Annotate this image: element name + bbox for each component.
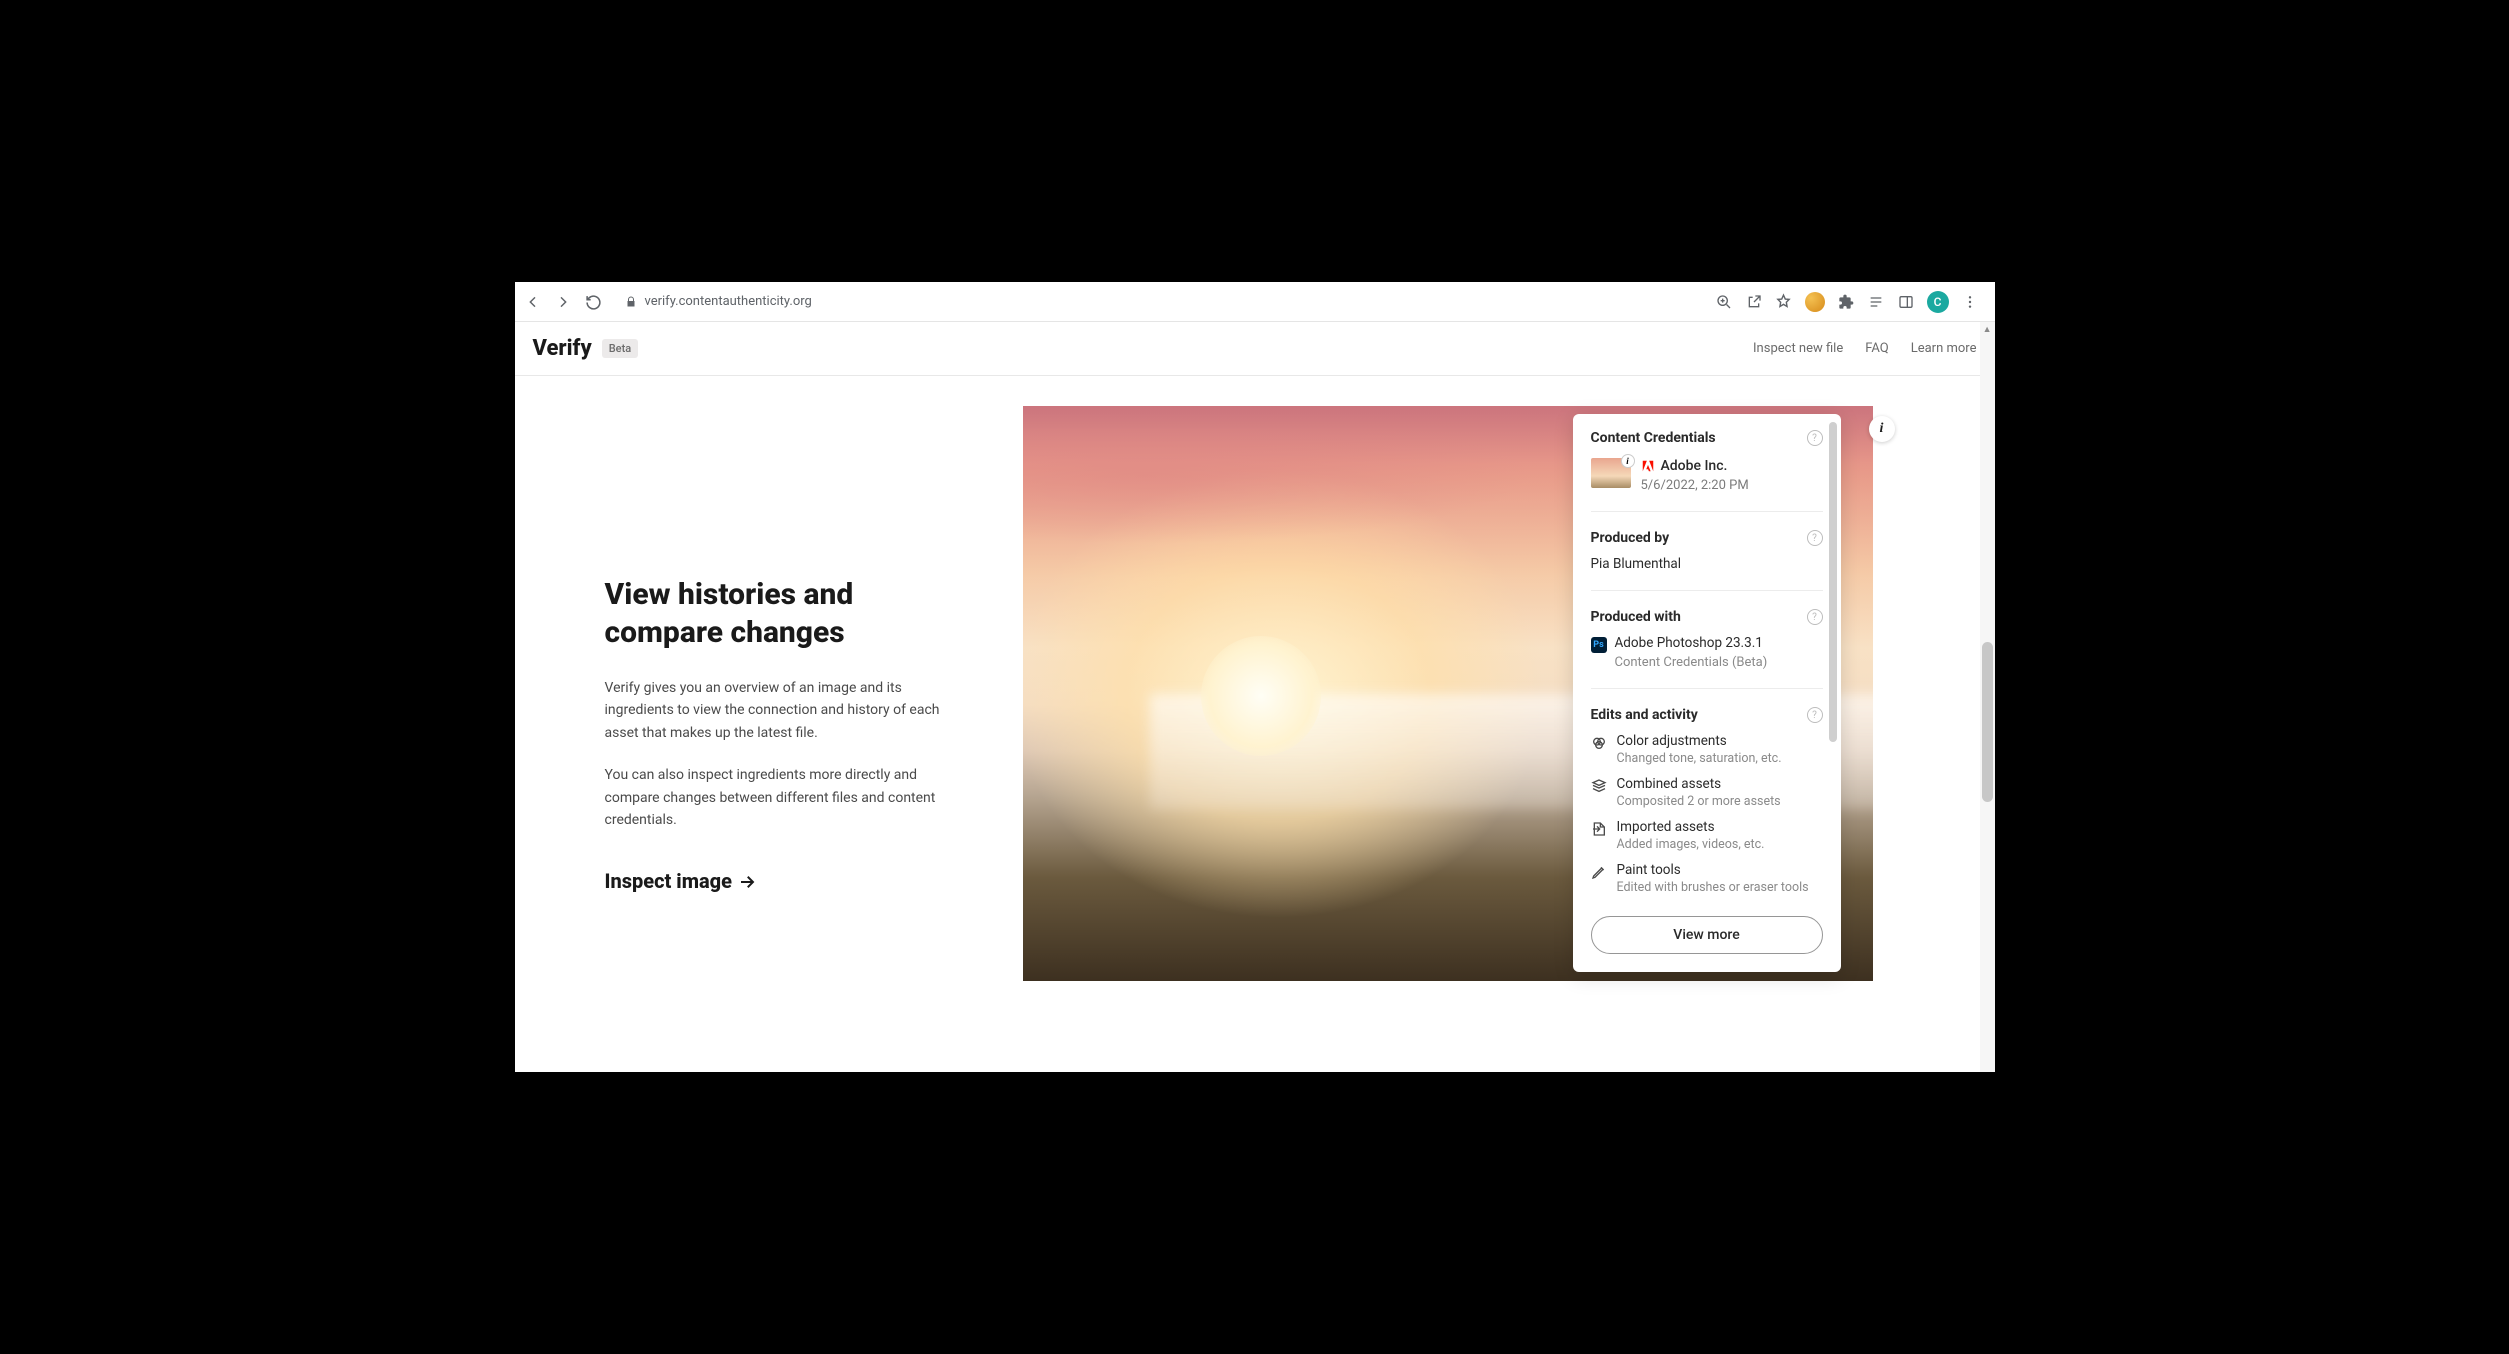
sidepanel-icon[interactable] <box>1897 293 1915 311</box>
panel-scrollbar-thumb[interactable] <box>1829 422 1837 742</box>
info-badge-button[interactable]: i <box>1869 416 1895 442</box>
bookmark-star-icon[interactable] <box>1775 293 1793 311</box>
kebab-menu-icon[interactable] <box>1961 293 1979 311</box>
photoshop-icon: Ps <box>1591 637 1607 653</box>
combined-assets-icon <box>1591 778 1607 794</box>
page-scrollbar-thumb[interactable] <box>1982 642 1993 802</box>
color-adjustments-icon <box>1591 735 1607 751</box>
header-nav: Inspect new file FAQ Learn more <box>1753 341 1976 356</box>
browser-toolbar: verify.contentauthenticity.org C <box>515 282 1995 322</box>
activity-item: Paint tools Edited with brushes or eraser… <box>1591 862 1823 895</box>
brand-title: Verify <box>533 336 592 361</box>
nav-inspect-new-file[interactable]: Inspect new file <box>1753 341 1843 356</box>
nav-buttons <box>525 294 601 310</box>
nav-learn-more[interactable]: Learn more <box>1911 341 1977 356</box>
inspect-image-label: Inspect image <box>605 869 732 893</box>
produced-with-sub: Content Credentials (Beta) <box>1615 655 1768 670</box>
credential-thumbnail: i <box>1591 458 1631 488</box>
inspect-image-link[interactable]: Inspect image <box>605 869 756 893</box>
issuer-date: 5/6/2022, 2:20 PM <box>1641 478 1749 493</box>
activity-subtitle: Changed tone, saturation, etc. <box>1617 751 1782 766</box>
reload-button[interactable] <box>585 294 601 310</box>
produced-with-app: Adobe Photoshop 23.3.1 <box>1615 635 1768 651</box>
produced-with-row: Ps Adobe Photoshop 23.3.1 Content Creden… <box>1591 635 1823 670</box>
help-icon[interactable]: ? <box>1807 609 1823 625</box>
produced-by-title: Produced by <box>1591 530 1670 546</box>
extensions-icon[interactable] <box>1837 293 1855 311</box>
beta-badge: Beta <box>602 339 638 358</box>
activity-subtitle: Edited with brushes or eraser tools <box>1617 880 1809 895</box>
activity-subtitle: Composited 2 or more assets <box>1617 794 1781 809</box>
produced-with-title: Produced with <box>1591 609 1681 625</box>
share-icon[interactable] <box>1745 293 1763 311</box>
hero-paragraph-2: You can also inspect ingredients more di… <box>605 764 975 831</box>
profile-avatar[interactable]: C <box>1927 291 1949 313</box>
chrome-actions: C <box>1715 291 1985 313</box>
sun-graphic <box>1201 636 1321 756</box>
activity-title: Imported assets <box>1617 819 1765 835</box>
issuer-name: Adobe Inc. <box>1661 458 1728 474</box>
nav-faq[interactable]: FAQ <box>1865 341 1888 356</box>
main-content: View histories and compare changes Verif… <box>515 376 1995 1072</box>
url-text: verify.contentauthenticity.org <box>645 294 812 309</box>
address-bar[interactable]: verify.contentauthenticity.org <box>613 294 1703 309</box>
issuer-row: i Adobe Inc. 5/6/2022, 2:20 PM <box>1591 458 1823 493</box>
activity-item: Color adjustments Changed tone, saturatio… <box>1591 733 1823 766</box>
view-more-wrap: View more <box>1573 904 1841 972</box>
panel-title: Content Credentials <box>1591 430 1716 446</box>
thumbnail-info-badge: i <box>1621 454 1635 468</box>
divider <box>1591 688 1823 689</box>
edits-activity-title: Edits and activity <box>1591 707 1698 723</box>
page-scrollbar: ▲ <box>1980 322 1995 1072</box>
view-more-button[interactable]: View more <box>1591 916 1823 954</box>
hero-panel: View histories and compare changes Verif… <box>515 376 1015 1072</box>
lock-icon <box>625 296 637 308</box>
browser-window: verify.contentauthenticity.org C Verify … <box>515 282 1995 1072</box>
reading-list-icon[interactable] <box>1867 293 1885 311</box>
back-button[interactable] <box>525 294 541 310</box>
hero-paragraph-1: Verify gives you an overview of an image… <box>605 677 975 744</box>
help-icon[interactable]: ? <box>1807 430 1823 446</box>
scroll-up-icon[interactable]: ▲ <box>1983 324 1992 335</box>
adobe-logo-icon <box>1641 459 1655 473</box>
imported-assets-icon <box>1591 821 1607 837</box>
activity-subtitle: Added images, videos, etc. <box>1617 837 1765 852</box>
image-stage: i Content Credentials ? i <box>1015 376 1995 1072</box>
help-icon[interactable]: ? <box>1807 530 1823 546</box>
zoom-icon[interactable] <box>1715 293 1733 311</box>
site-header: Verify Beta Inspect new file FAQ Learn m… <box>515 322 1995 376</box>
activity-title: Combined assets <box>1617 776 1781 792</box>
divider <box>1591 511 1823 512</box>
issuer-name-row: Adobe Inc. <box>1641 458 1749 474</box>
forward-button[interactable] <box>555 294 571 310</box>
hero-title: View histories and compare changes <box>605 576 975 651</box>
brand: Verify Beta <box>533 336 639 361</box>
panel-scrollbar-track <box>1829 422 1837 892</box>
paint-tools-icon <box>1591 864 1607 880</box>
activity-item: Combined assets Composited 2 or more asse… <box>1591 776 1823 809</box>
activity-title: Color adjustments <box>1617 733 1782 749</box>
credentials-scroll-area[interactable]: Content Credentials ? i <box>1573 414 1841 904</box>
content-credentials-panel: Content Credentials ? i <box>1573 414 1841 972</box>
activity-title: Paint tools <box>1617 862 1809 878</box>
stage-inner: i Content Credentials ? i <box>1023 406 1873 981</box>
produced-by-value: Pia Blumenthal <box>1591 556 1823 572</box>
divider <box>1591 590 1823 591</box>
activity-item: Imported assets Added images, videos, etc… <box>1591 819 1823 852</box>
help-icon[interactable]: ? <box>1807 707 1823 723</box>
arrow-right-icon <box>738 872 756 890</box>
cookie-extension-icon[interactable] <box>1805 292 1825 312</box>
